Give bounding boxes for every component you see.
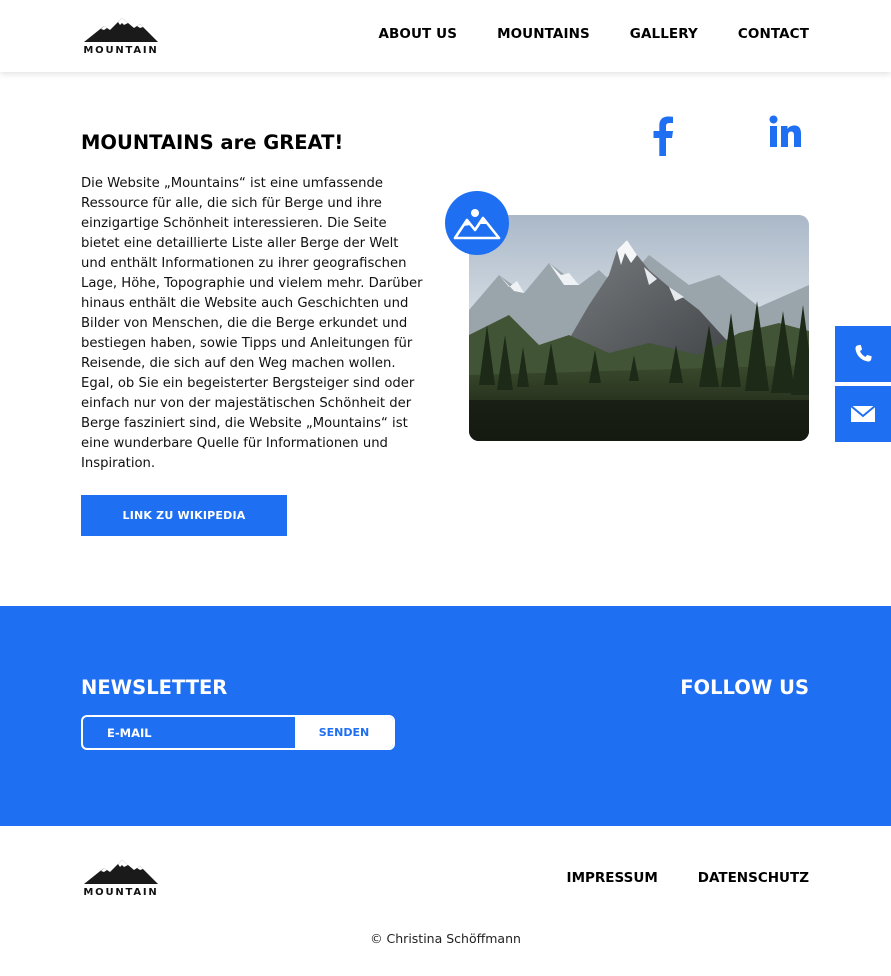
mountain-logo-icon (84, 18, 158, 42)
phone-tab[interactable] (835, 326, 891, 382)
footer-logo[interactable]: MOUNTAIN (82, 858, 160, 898)
facebook-link[interactable] (633, 108, 681, 156)
email-field[interactable]: E-MAIL (83, 717, 295, 748)
footer-logo-text: MOUNTAIN (83, 887, 159, 898)
logo[interactable]: MOUNTAIN (82, 16, 160, 56)
wikipedia-link-button[interactable]: LINK ZU WIKIPEDIA (81, 495, 287, 536)
nav-mountains[interactable]: MOUNTAINS (497, 26, 590, 42)
mountain-logo-icon (84, 860, 158, 884)
page-title: MOUNTAINS are GREAT! (81, 131, 344, 154)
mountain-badge-icon (453, 209, 501, 240)
impressum-link[interactable]: IMPRESSUM (567, 870, 658, 886)
mountain-landscape-image (469, 215, 809, 441)
mail-icon (850, 405, 876, 422)
newsletter-form: E-MAIL SENDEN (81, 715, 395, 750)
instagram-icon (697, 108, 745, 156)
nav-contact[interactable]: CONTACT (738, 26, 809, 42)
facebook-icon (633, 108, 681, 156)
send-button[interactable]: SENDEN (295, 717, 393, 748)
nav-about-us[interactable]: ABOUT US (378, 26, 457, 42)
mail-tab[interactable] (835, 386, 891, 442)
copyright: © Christina Schöffmann (370, 931, 521, 946)
follow-us-title: FOLLOW US (680, 676, 809, 699)
footer-nav: IMPRESSUM DATENSCHUTZ (567, 870, 809, 886)
nav-gallery[interactable]: GALLERY (630, 26, 698, 42)
linkedin-link[interactable] (761, 108, 809, 156)
site-header: MOUNTAIN ABOUT US MOUNTAINS GALLERY CONT… (0, 0, 891, 72)
linkedin-icon (761, 108, 809, 156)
instagram-link[interactable] (697, 108, 745, 156)
intro-text: Die Website „Mountains“ ist eine umfasse… (81, 176, 423, 471)
main-nav: ABOUT US MOUNTAINS GALLERY CONTACT (378, 26, 809, 42)
phone-icon (855, 344, 872, 362)
logo-text: MOUNTAIN (83, 45, 159, 56)
newsletter-band: NEWSLETTER E-MAIL SENDEN FOLLOW US (0, 606, 891, 826)
datenschutz-link[interactable]: DATENSCHUTZ (698, 870, 809, 886)
newsletter-title: NEWSLETTER (81, 676, 228, 699)
mountain-badge (445, 191, 509, 255)
mountain-photo (469, 215, 809, 441)
